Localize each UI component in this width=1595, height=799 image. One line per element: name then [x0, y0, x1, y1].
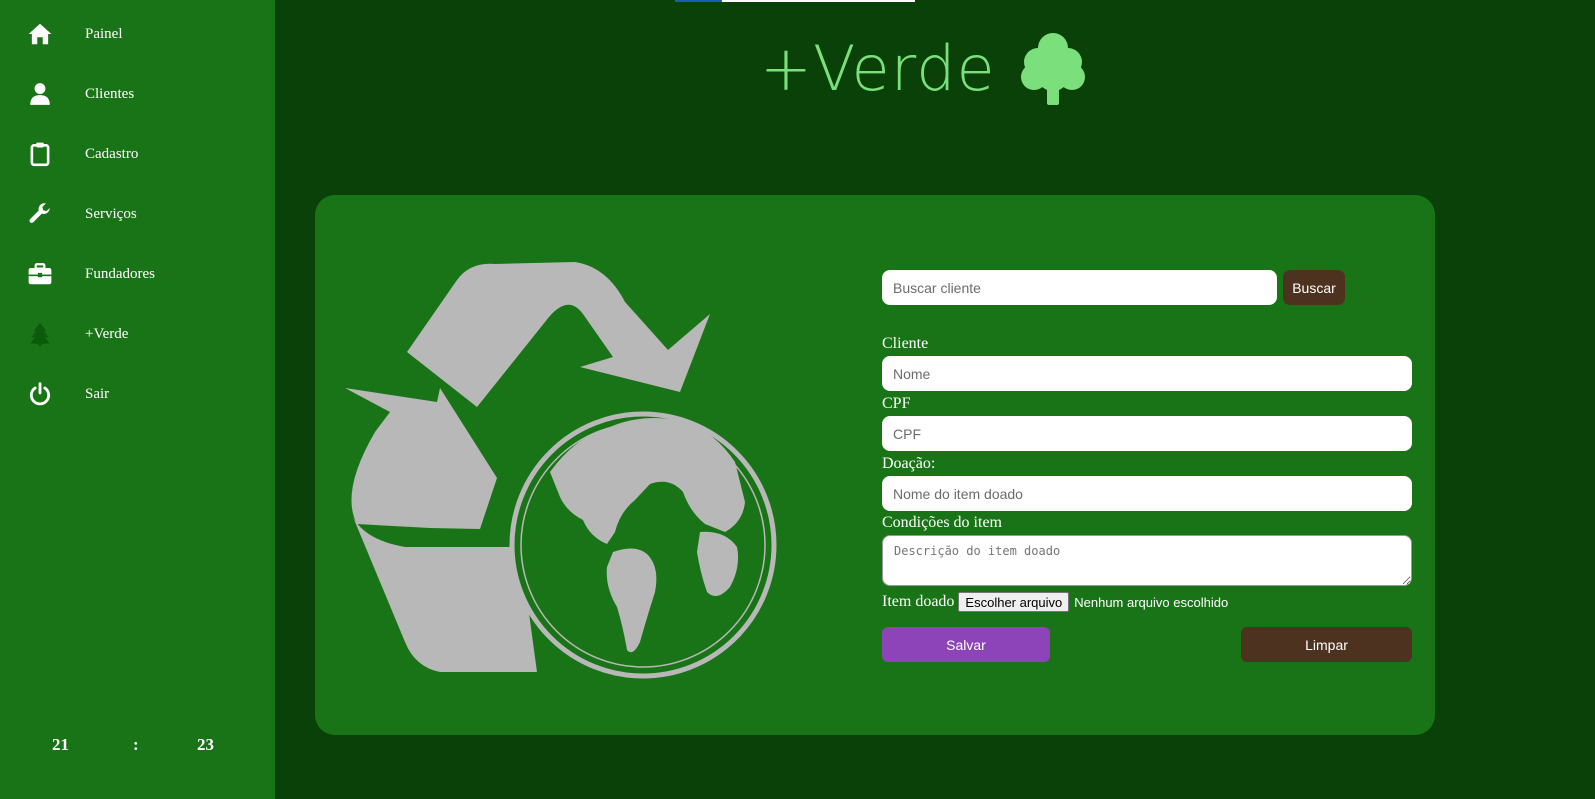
- conditions-label: Condições do item: [882, 514, 1002, 531]
- clock-separator: :: [133, 735, 139, 754]
- donation-field[interactable]: [882, 476, 1412, 511]
- name-field[interactable]: [882, 356, 1412, 391]
- search-input[interactable]: [882, 270, 1277, 305]
- tree-icon: [1020, 33, 1085, 105]
- clipboard-icon: [26, 140, 54, 168]
- recycle-globe-illustration: [345, 262, 777, 679]
- sidebar-item-label: Painel: [85, 25, 123, 42]
- cpf-field[interactable]: [882, 416, 1412, 451]
- client-label: Cliente: [882, 335, 929, 352]
- sidebar-item-label: +Verde: [85, 325, 129, 342]
- choose-file-button[interactable]: Escolher arquivo: [958, 592, 1070, 612]
- sidebar-item-cadastro[interactable]: Cadastro: [0, 130, 275, 178]
- conditions-textarea[interactable]: [882, 535, 1412, 586]
- sidebar-item-label: Serviços: [85, 205, 137, 222]
- clock-hours: 21: [52, 735, 69, 754]
- cpf-label: CPF: [882, 395, 911, 412]
- clock-minutes: 23: [197, 735, 214, 754]
- user-icon: [26, 80, 54, 108]
- sidebar-item-label: Fundadores: [85, 265, 155, 282]
- sidebar-item-label: Cadastro: [85, 145, 139, 162]
- sidebar-item-verde[interactable]: +Verde: [0, 310, 275, 358]
- sidebar-item-fundadores[interactable]: Fundadores: [0, 250, 275, 298]
- briefcase-icon: [26, 260, 54, 288]
- brand-title: +Verde: [760, 31, 996, 105]
- power-icon: [26, 380, 54, 408]
- clear-button[interactable]: Limpar: [1241, 627, 1412, 662]
- clock: 21 : 23: [0, 735, 275, 759]
- sidebar-item-label: Clientes: [85, 85, 135, 102]
- wrench-icon: [26, 200, 54, 228]
- sidebar-item-sair[interactable]: Sair: [0, 370, 275, 418]
- home-icon: [26, 20, 54, 48]
- search-button[interactable]: Buscar: [1283, 270, 1345, 305]
- top-scroll-indicator: [675, 0, 915, 2]
- sidebar: Painel Clientes Cadastro Serviços Fundad…: [0, 0, 275, 799]
- donation-label: Doação:: [882, 455, 936, 472]
- sidebar-item-painel[interactable]: Painel: [0, 10, 275, 58]
- brand-header: +Verde: [760, 28, 1088, 108]
- file-upload-row: Item doado Escolher arquivo Nenhum arqui…: [882, 592, 1228, 612]
- save-button[interactable]: Salvar: [882, 627, 1050, 662]
- sidebar-item-servicos[interactable]: Serviços: [0, 190, 275, 238]
- sidebar-item-clientes[interactable]: Clientes: [0, 70, 275, 118]
- sidebar-item-label: Sair: [85, 385, 110, 402]
- file-status: Nenhum arquivo escolhido: [1074, 594, 1229, 610]
- tree-icon: [26, 320, 54, 348]
- file-label: Item doado: [882, 593, 955, 610]
